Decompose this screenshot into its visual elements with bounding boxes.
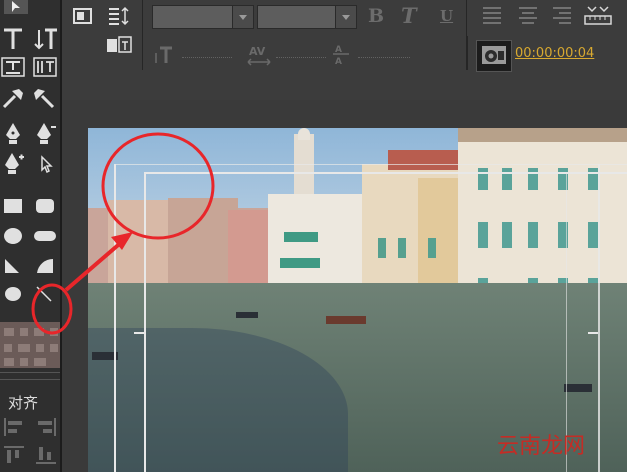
annotation-overlay	[31, 132, 215, 335]
highlight-circle-tool	[31, 283, 73, 335]
annotation-arrow-shaft	[64, 238, 126, 292]
watermark: 云南龙网	[497, 434, 586, 459]
highlight-circle-canvas	[101, 132, 215, 240]
